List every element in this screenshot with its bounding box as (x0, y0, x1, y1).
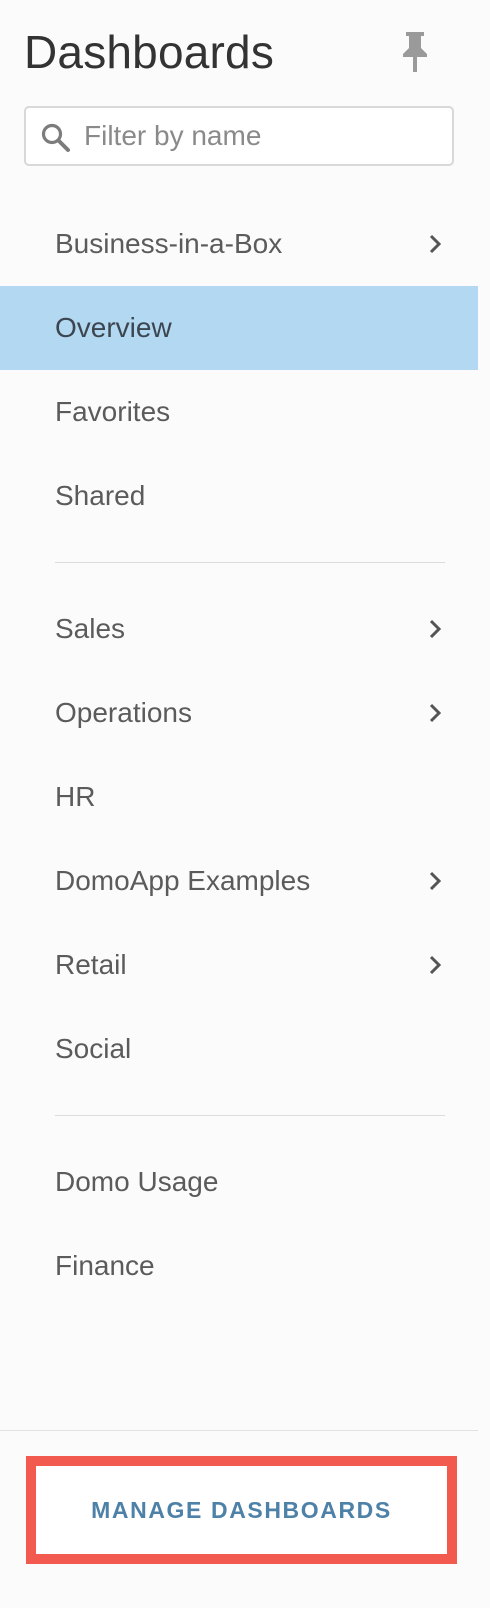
search-icon (41, 123, 70, 152)
search-input[interactable] (84, 108, 444, 164)
nav-item-finance[interactable]: Finance (0, 1224, 478, 1308)
nav-item-label: Retail (55, 949, 127, 980)
nav-item-label: DomoApp Examples (55, 865, 311, 896)
nav-item-label: Business-in-a-Box (55, 228, 283, 259)
pin-icon[interactable] (400, 30, 430, 74)
nav-item-label: Favorites (55, 396, 171, 427)
nav-item-label: Finance (55, 1250, 155, 1281)
nav-item-label: Sales (55, 613, 126, 644)
nav-item-label: Domo Usage (55, 1166, 219, 1197)
chevron-right-icon (429, 871, 442, 891)
nav-item-social[interactable]: Social (0, 1007, 478, 1091)
dashboards-panel: Dashboards Business-in-a-Box Overview Fa… (0, 0, 478, 1608)
chevron-right-icon (429, 234, 442, 254)
nav-item-favorites[interactable]: Favorites (0, 370, 478, 454)
nav-item-domo-usage[interactable]: Domo Usage (0, 1140, 478, 1224)
nav-item-label: Shared (55, 480, 146, 511)
chevron-right-icon (429, 619, 442, 639)
chevron-right-icon (429, 955, 442, 975)
nav-item-label: Overview (55, 312, 172, 343)
nav-item-overview[interactable]: Overview (0, 286, 478, 370)
dashboard-nav: Business-in-a-Box Overview Favorites Sha… (0, 202, 478, 1308)
nav-item-operations[interactable]: Operations (0, 671, 478, 755)
search-box (24, 106, 454, 166)
nav-item-sales[interactable]: Sales (0, 587, 478, 671)
nav-item-domoapp-examples[interactable]: DomoApp Examples (0, 839, 478, 923)
nav-item-shared[interactable]: Shared (0, 454, 478, 538)
chevron-right-icon (429, 703, 442, 723)
manage-dashboards-button[interactable]: MANAGE DASHBOARDS (26, 1456, 457, 1564)
page-title: Dashboards (24, 26, 275, 78)
footer-divider (0, 1430, 478, 1431)
nav-item-label: HR (55, 781, 96, 812)
nav-item-business-in-a-box[interactable]: Business-in-a-Box (0, 202, 478, 286)
manage-dashboards-label: MANAGE DASHBOARDS (91, 1497, 392, 1523)
nav-item-label: Operations (55, 697, 192, 728)
nav-item-hr[interactable]: HR (0, 755, 478, 839)
nav-item-retail[interactable]: Retail (0, 923, 478, 1007)
panel-header: Dashboards (24, 24, 454, 84)
nav-item-label: Social (55, 1033, 132, 1064)
